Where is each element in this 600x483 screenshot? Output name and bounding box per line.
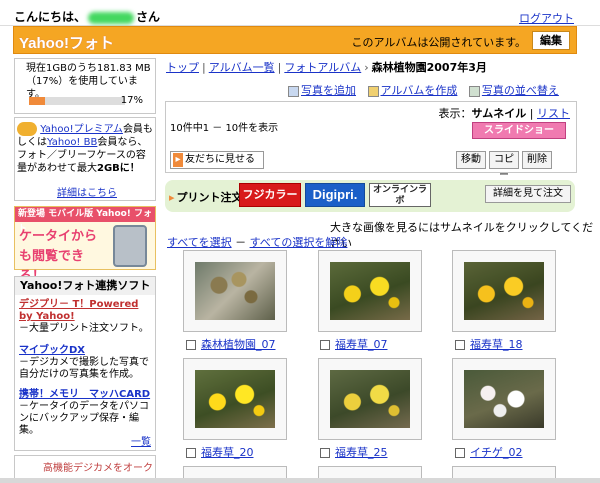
photo-link[interactable]: 福寿草_07 (335, 338, 388, 351)
soft-item: マイブックDX －デジカメで撮影した写真で自分だけの写真集を作成。 (19, 345, 155, 381)
soft-list-link[interactable]: 一覧 (131, 433, 151, 448)
print-order-bar: プリント注文 フジカラー Digipri. オンラインラボ 詳細を見て注文 (165, 180, 575, 212)
photo-link[interactable]: 福寿草_25 (335, 446, 388, 459)
photo-checkbox[interactable] (455, 340, 465, 350)
photo-thumbnail[interactable] (183, 358, 287, 440)
breadcrumb-albums[interactable]: アルバム一覧 (209, 61, 275, 74)
deselect-all-link[interactable]: すべての選択を解除 (250, 236, 348, 249)
username-blurred (88, 11, 135, 24)
mobile-banner-header: 新登場 モバイル版 Yahoo! フォト (15, 207, 155, 234)
storage-line1: 現在1GBのうち181.83 MB (26, 63, 151, 74)
photo-caption: 福寿草_07 (320, 336, 388, 352)
slideshow-button[interactable]: スライドショー (472, 122, 566, 139)
share-button[interactable]: 友だちに見せる (170, 151, 264, 169)
photo-checkbox[interactable] (455, 448, 465, 458)
breadcrumb-current: 森林植物園2007年3月 (371, 61, 487, 74)
create-album-link[interactable]: アルバムを作成 (381, 84, 458, 97)
online-lab-logo[interactable]: オンラインラボ (369, 183, 431, 207)
soft-header: Yahoo!フォト連携ソフト (15, 277, 155, 295)
sort-photos-link[interactable]: 写真の並べ替え (482, 84, 559, 97)
fujicolor-logo[interactable]: フジカラー (239, 183, 301, 207)
view-thumbnail: サムネイル (471, 107, 527, 120)
selection-links: すべてを選択 － すべての選択を解除 (167, 236, 348, 249)
soft-item-desc: －デジカメで撮影した写真で自分だけの写真集を作成。 (19, 357, 149, 380)
storage-box: 現在1GBのうち181.83 MB （17%）を使用しています。 17% (14, 58, 156, 114)
select-all-link[interactable]: すべてを選択 (167, 236, 232, 249)
public-status-text: このアルバムは公開されています。 (351, 36, 526, 49)
premium-box: Yahoo!プレミアム会員もしくはYahoo! BB会員なら、フォト／ブリーフケ… (14, 117, 156, 201)
photo-image (195, 262, 275, 320)
breadcrumb-top[interactable]: トップ (166, 61, 199, 74)
photo-checkbox[interactable] (186, 340, 196, 350)
premium-bear-icon (17, 122, 37, 136)
soft-item: デジプリ－ T！Powered by Yahoo! －大量プリント注文ソフト。 (19, 299, 155, 335)
photo-caption: 福寿草_20 (186, 444, 254, 460)
mobile-banner[interactable]: 新登場 モバイル版 Yahoo! フォト ケータイからも閲覧できる！ (14, 206, 156, 284)
print-order-label: プリント注文 (169, 189, 243, 205)
digipri-logo[interactable]: Digipri. (305, 183, 365, 207)
delete-button[interactable]: 削除 (522, 151, 552, 169)
photo-thumbnail[interactable] (318, 250, 422, 332)
soft-item: 携帯！メモリ マッハCARD －ケータイのデータをパソコンにバックアップ保存・編… (19, 389, 155, 437)
photo-thumbnail[interactable] (452, 358, 556, 440)
soft-box: Yahoo!フォト連携ソフト デジプリ－ T！Powered by Yahoo!… (14, 276, 156, 451)
print-detail-button[interactable]: 詳細を見て注文 (485, 185, 571, 203)
sort-icon (468, 85, 480, 97)
phone-icon (113, 225, 147, 267)
soft-item-desc: －大量プリント注文ソフト。 (19, 323, 149, 334)
view-list-link[interactable]: リスト (537, 107, 570, 120)
photo-thumbnail[interactable] (183, 250, 287, 332)
photo-image (330, 262, 410, 320)
storage-progress-bar (29, 97, 125, 105)
logout-link[interactable]: ログアウト (519, 10, 574, 26)
photo-image (195, 370, 275, 428)
add-photo-icon (288, 85, 299, 97)
photo-caption: 森林植物園_07 (186, 336, 276, 352)
folder-icon (367, 85, 379, 97)
photo-link[interactable]: イチゲ_02 (470, 446, 523, 459)
photo-image (464, 370, 544, 428)
breadcrumb-photo-album[interactable]: フォトアルバム (284, 61, 361, 74)
camera-banner-text: 高機能デジカメをオーク (43, 463, 153, 474)
photo-checkbox[interactable] (186, 448, 196, 458)
premium-details-link[interactable]: 詳細はこちら (57, 184, 117, 199)
greeting-bar: こんにちは、 さん ログアウト (0, 0, 600, 26)
bb-link[interactable]: Yahoo! BB (47, 137, 97, 148)
photo-checkbox[interactable] (320, 340, 330, 350)
soft-item-title[interactable]: 携帯！メモリ マッハCARD (19, 389, 155, 401)
photo-image (330, 370, 410, 428)
soft-item-title[interactable]: マイブックDX (19, 345, 155, 357)
add-photo-link[interactable]: 写真を追加 (301, 84, 356, 97)
photo-thumbnail[interactable] (318, 358, 422, 440)
action-links: 写真を追加 アルバムを作成 写真の並べ替え (280, 82, 559, 98)
soft-item-desc: －ケータイのデータをパソコンにバックアップ保存・編集。 (19, 401, 149, 436)
soft-item-title[interactable]: デジプリ－ T！Powered by Yahoo! (19, 299, 155, 323)
photo-link[interactable]: 福寿草_20 (201, 446, 254, 459)
thumbnail-hint: 大きな画像を見るにはサムネイルをクリックしてください (330, 221, 594, 250)
brand-bar: Yahoo!フォト このアルバムは公開されています。 編集 (13, 26, 577, 54)
move-button[interactable]: 移動 (456, 151, 486, 169)
album-toolbar: 10件中1 － 10件を表示 表示：サムネイル | リスト スライドショー 友だ… (165, 101, 577, 181)
photo-link[interactable]: 福寿草_18 (470, 338, 523, 351)
result-count: 10件中1 － 10件を表示 (170, 123, 279, 134)
photo-image (464, 262, 544, 320)
photo-caption: 福寿草_25 (320, 444, 388, 460)
premium-link[interactable]: Yahoo!プレミアム (40, 124, 123, 135)
breadcrumb: トップ | アルバム一覧 | フォトアルバム › 森林植物園2007年3月 (166, 61, 487, 74)
view-switch: 表示：サムネイル | リスト (438, 107, 570, 120)
brand-logo[interactable]: Yahoo!フォト (19, 32, 114, 53)
photo-caption: イチゲ_02 (455, 444, 523, 460)
greeting: こんにちは、 さん (14, 10, 161, 24)
photo-link[interactable]: 森林植物園_07 (201, 338, 276, 351)
photo-checkbox[interactable] (320, 448, 330, 458)
photo-thumbnail[interactable] (452, 250, 556, 332)
edit-button[interactable]: 編集 (532, 31, 570, 50)
copy-button[interactable]: コピー (489, 151, 519, 181)
photo-caption: 福寿草_18 (455, 336, 523, 352)
storage-percent: 17% (120, 95, 143, 106)
browser-status-bar (0, 478, 600, 483)
storage-progress-fill (29, 97, 46, 105)
